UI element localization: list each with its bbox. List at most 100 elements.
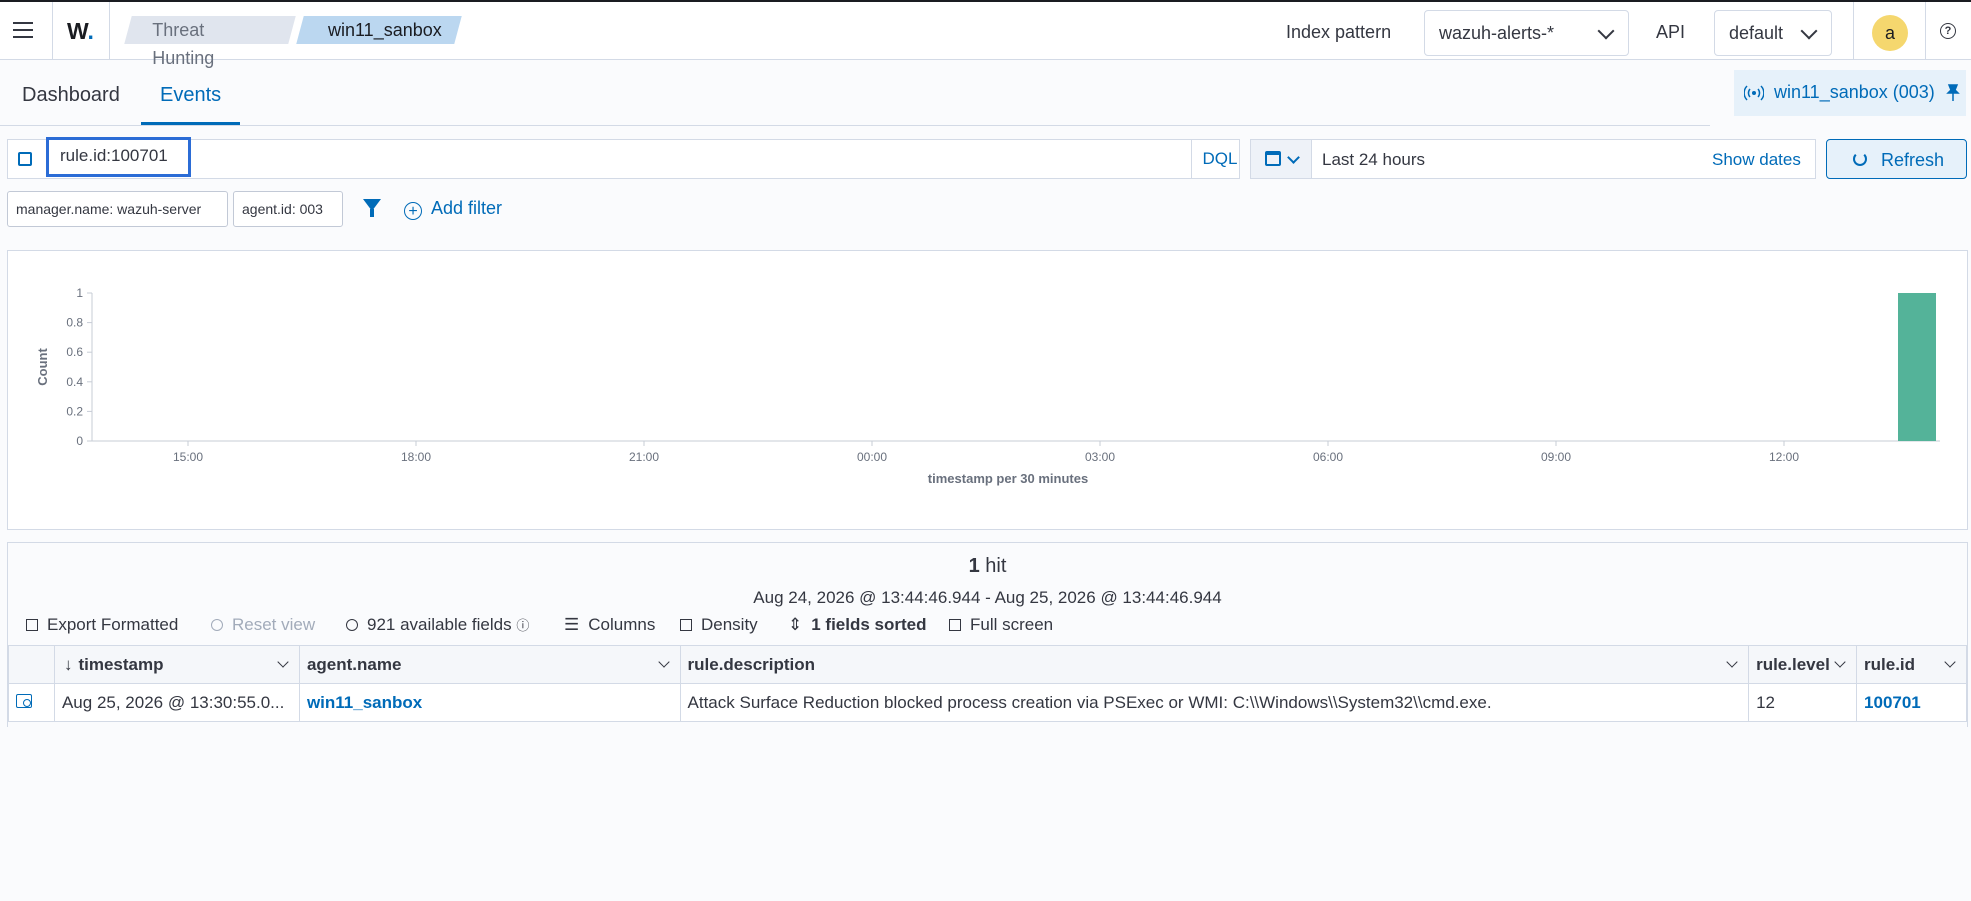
- info-icon: ⓘ: [516, 618, 530, 633]
- breadcrumb-threat-hunting[interactable]: Threat Hunting: [124, 16, 296, 68]
- search-input[interactable]: rule.id:100701: [46, 137, 191, 177]
- column-header-rule-description[interactable]: rule.description: [679, 645, 1750, 684]
- chevron-down-icon: [1597, 22, 1615, 40]
- cell-agent-name: win11_sanbox: [298, 683, 681, 722]
- table-header-row: ↓ timestamp agent.name rule.description r…: [8, 645, 1967, 684]
- row-inspect-cell: [8, 683, 55, 722]
- histogram-panel: 0 0.2 0.4 0.6 0.8 1 15:00 18:00 21:00 00:00 03:00 0…: [7, 250, 1968, 530]
- tab-dashboard[interactable]: Dashboard: [22, 84, 120, 107]
- cell-rule-description: Attack Surface Reduction blocked process…: [679, 683, 1750, 722]
- y-tick-label: 0.8: [66, 316, 83, 330]
- cell-rule-level: 12: [1748, 683, 1858, 722]
- divider: [52, 2, 53, 60]
- date-picker: Last 24 hours Show dates: [1250, 139, 1816, 179]
- export-formatted-button[interactable]: Export Formatted: [26, 615, 178, 635]
- x-tick-label: 00:00: [857, 450, 887, 464]
- chevron-down-icon[interactable]: [1726, 656, 1738, 668]
- refresh-icon: [1853, 152, 1867, 166]
- sort-arrow-icon: ↓: [63, 654, 73, 674]
- density-button[interactable]: Density: [680, 615, 758, 635]
- tab-bar: Dashboard Events: [0, 62, 1710, 126]
- x-tick-label: 09:00: [1541, 450, 1571, 464]
- tab-events[interactable]: Events: [160, 84, 221, 107]
- table-header-control: [8, 645, 55, 684]
- chevron-down-icon[interactable]: [1834, 656, 1846, 668]
- x-axis-title: timestamp per 30 minutes: [928, 471, 1088, 486]
- results-table: ↓ timestamp agent.name rule.description r…: [8, 645, 1967, 722]
- filter-pill-agent[interactable]: agent.id: 003: [233, 191, 343, 227]
- time-range-text: Aug 24, 2026 @ 13:44:46.944 - Aug 25, 20…: [753, 588, 1222, 607]
- x-tick-label: 15:00: [173, 450, 203, 464]
- histogram-bar: [1898, 293, 1936, 441]
- y-tick-label: 0.4: [66, 375, 83, 389]
- api-label: API: [1656, 22, 1686, 42]
- x-tick-label: 21:00: [629, 450, 659, 464]
- fields-sorted-button[interactable]: ⇕ 1 fields sorted: [788, 615, 927, 635]
- cell-rule-id: 100701: [1856, 683, 1967, 722]
- index-pattern-select[interactable]: wazuh-alerts-*: [1424, 10, 1629, 56]
- save-query-icon[interactable]: [18, 152, 32, 166]
- column-header-rule-id[interactable]: rule.id: [1856, 645, 1967, 684]
- y-tick-label: 0: [76, 434, 83, 448]
- full-screen-button[interactable]: Full screen: [949, 615, 1053, 635]
- chevron-down-icon: [1287, 151, 1300, 164]
- x-tick-label: 12:00: [1769, 450, 1799, 464]
- column-header-timestamp[interactable]: ↓ timestamp: [53, 645, 300, 684]
- x-tick-label: 18:00: [401, 450, 431, 464]
- reset-icon: [211, 619, 223, 631]
- table-row: Aug 25, 2026 @ 13:30:55.0... win11_sanbo…: [8, 683, 1967, 722]
- density-icon: [680, 619, 692, 631]
- rule-id-link[interactable]: 100701: [1864, 693, 1921, 712]
- pin-icon[interactable]: [1946, 84, 1960, 102]
- list-icon: ☰: [564, 615, 580, 634]
- filter-pill-manager[interactable]: manager.name: wazuh-server: [7, 191, 228, 227]
- index-pattern-label: Index pattern: [1286, 22, 1392, 42]
- query-bar: rule.id:100701 DQL: [7, 137, 1240, 179]
- menu-icon[interactable]: [13, 22, 33, 38]
- export-icon: [26, 619, 38, 631]
- divider: [109, 2, 110, 60]
- columns-button[interactable]: ☰ Columns: [564, 615, 655, 635]
- quick-menu-button[interactable]: [1251, 140, 1312, 178]
- show-dates-link[interactable]: Show dates: [1712, 150, 1801, 170]
- plus-icon: +: [404, 202, 422, 220]
- broadcast-icon: [1744, 85, 1764, 101]
- help-icon[interactable]: ?: [1940, 23, 1956, 39]
- agent-badge[interactable]: win11_sanbox (003): [1734, 70, 1966, 116]
- y-tick-label: 0.6: [66, 345, 83, 359]
- date-range-text[interactable]: Last 24 hours: [1322, 150, 1425, 170]
- add-filter-button[interactable]: + Add filter: [404, 198, 502, 220]
- agent-name-link[interactable]: win11_sanbox: [307, 693, 422, 712]
- api-select[interactable]: default: [1714, 10, 1832, 56]
- chevron-down-icon[interactable]: [657, 656, 670, 668]
- agent-badge-label: win11_sanbox (003): [1774, 82, 1935, 102]
- available-fields-button[interactable]: 921 available fields ⓘ: [346, 615, 529, 635]
- chevron-down-icon[interactable]: [277, 656, 289, 668]
- cell-timestamp: Aug 25, 2026 @ 13:30:55.0...: [53, 683, 300, 722]
- avatar[interactable]: a: [1872, 15, 1908, 51]
- reset-view-button[interactable]: Reset view: [211, 615, 315, 635]
- column-header-agent-name[interactable]: agent.name: [298, 645, 681, 684]
- hits-count: 1 hit: [968, 555, 1007, 577]
- column-header-rule-level[interactable]: rule.level: [1748, 645, 1858, 684]
- divider: [1925, 2, 1926, 60]
- divider: [1853, 2, 1854, 60]
- y-tick-label: 0.2: [66, 404, 83, 418]
- active-tab-indicator: [141, 122, 240, 125]
- fields-icon: [346, 619, 358, 631]
- refresh-button[interactable]: Refresh: [1826, 139, 1967, 179]
- y-axis-title: Count: [35, 348, 50, 386]
- chevron-down-icon[interactable]: [1944, 656, 1956, 668]
- app-logo[interactable]: W.: [67, 18, 94, 45]
- x-tick-label: 03:00: [1085, 450, 1115, 464]
- sort-icon: ⇕: [788, 615, 803, 634]
- y-tick-label: 1: [76, 286, 83, 300]
- filter-icon[interactable]: [363, 199, 381, 217]
- chevron-down-icon: [1800, 22, 1818, 40]
- dql-toggle[interactable]: DQL: [1191, 140, 1248, 178]
- inspect-icon[interactable]: [16, 693, 32, 708]
- breadcrumb-agent[interactable]: win11_sanbox: [296, 16, 462, 44]
- results-panel: 1 hit Aug 24, 2026 @ 13:44:46.944 - Aug …: [7, 542, 1968, 727]
- histogram-chart: 0 0.2 0.4 0.6 0.8 1 15:00 18:00 21:00 00:00 03:00 0…: [35, 286, 1940, 486]
- fullscreen-icon: [949, 619, 961, 631]
